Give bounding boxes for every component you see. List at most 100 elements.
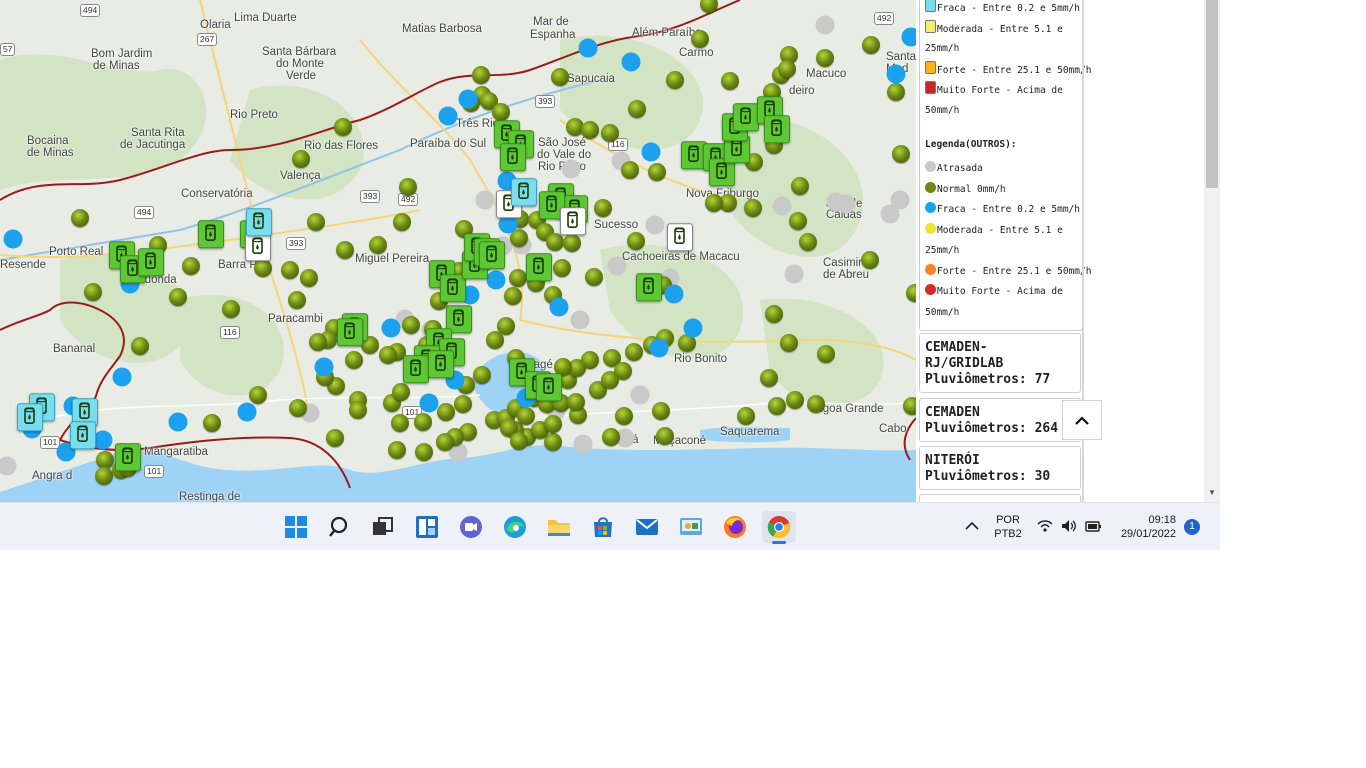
station-marker-normal[interactable] <box>625 343 643 361</box>
station-marker-normal[interactable] <box>326 429 344 447</box>
station-marker-atrasada[interactable] <box>880 204 900 224</box>
station-marker-normal[interactable] <box>281 261 299 279</box>
station-marker-normal[interactable] <box>222 300 240 318</box>
network-card-cemaden-rj-gridlab[interactable]: CEMADEN- RJ/GRIDLAB Pluviômetros: 77 <box>919 333 1081 393</box>
station-marker-fraca[interactable] <box>438 106 458 126</box>
station-marker-normal[interactable] <box>203 414 221 432</box>
rain-gauge-marker[interactable] <box>733 103 759 132</box>
station-marker-normal[interactable] <box>517 407 535 425</box>
scrollbar-thumb[interactable] <box>1206 0 1218 188</box>
station-marker-normal[interactable] <box>300 269 318 287</box>
rain-gauge-marker-atrasada[interactable] <box>667 223 693 252</box>
station-marker-normal[interactable] <box>765 305 783 323</box>
station-marker-normal[interactable] <box>602 428 620 446</box>
station-marker-normal[interactable] <box>816 49 834 67</box>
station-marker-normal[interactable] <box>492 103 510 121</box>
task-view-button[interactable] <box>366 511 400 543</box>
station-marker-normal[interactable] <box>169 288 187 306</box>
rain-gauge-marker[interactable] <box>636 273 662 302</box>
station-marker-fraca[interactable] <box>3 229 23 249</box>
rain-gauge-marker[interactable] <box>536 373 562 402</box>
station-marker-fraca[interactable] <box>237 402 257 422</box>
station-marker-atrasada[interactable] <box>772 196 792 216</box>
station-marker-normal[interactable] <box>705 194 723 212</box>
firefox-button[interactable] <box>718 511 752 543</box>
station-marker-normal[interactable] <box>567 393 585 411</box>
station-marker-normal[interactable] <box>336 241 354 259</box>
station-marker-normal[interactable] <box>581 121 599 139</box>
station-marker-fraca[interactable] <box>641 142 661 162</box>
station-marker-fraca[interactable] <box>549 297 569 317</box>
station-marker-normal[interactable] <box>791 177 809 195</box>
map-view[interactable]: Lima Duarte Olaria Matias Barbosa Mar de Esp… <box>0 0 916 502</box>
microsoft-store-button[interactable] <box>586 511 620 543</box>
station-marker-normal[interactable] <box>807 395 825 413</box>
rain-gauge-marker[interactable] <box>764 115 790 144</box>
station-marker-fraca[interactable] <box>112 367 132 387</box>
station-marker-normal[interactable] <box>737 407 755 425</box>
station-marker-normal[interactable] <box>744 199 762 217</box>
station-marker-normal[interactable] <box>71 209 89 227</box>
rain-gauge-marker[interactable] <box>479 241 505 270</box>
station-marker-normal[interactable] <box>436 433 454 451</box>
rain-gauge-marker-fraca[interactable] <box>246 208 272 237</box>
station-marker-normal[interactable] <box>780 334 798 352</box>
station-marker-normal[interactable] <box>656 427 674 445</box>
edge-browser-button[interactable] <box>498 511 532 543</box>
network-card-niteroi[interactable]: NITERÓI Pluviômetros: 30 <box>919 446 1081 490</box>
station-marker-normal[interactable] <box>402 316 420 334</box>
station-marker-normal[interactable] <box>379 346 397 364</box>
station-marker-normal[interactable] <box>249 386 267 404</box>
page-scrollbar[interactable]: ▼ <box>1204 0 1220 502</box>
station-marker-atrasada[interactable] <box>475 190 495 210</box>
station-marker-normal[interactable] <box>473 366 491 384</box>
windows-start-button[interactable] <box>279 511 313 543</box>
station-marker-normal[interactable] <box>721 72 739 90</box>
station-marker-atrasada[interactable] <box>815 15 835 35</box>
station-marker-normal[interactable] <box>393 213 411 231</box>
station-marker-normal[interactable] <box>289 399 307 417</box>
clock[interactable]: 09:18 29/01/2022 <box>1112 513 1176 541</box>
control-panel-button[interactable] <box>674 511 708 543</box>
station-marker-normal[interactable] <box>778 60 796 78</box>
rain-gauge-marker-fraca[interactable] <box>17 403 43 432</box>
wifi-icon[interactable] <box>1036 517 1054 540</box>
station-marker-normal[interactable] <box>84 283 102 301</box>
station-marker-fraca[interactable] <box>458 89 478 109</box>
station-marker-fraca[interactable] <box>886 64 906 84</box>
mail-button[interactable] <box>630 511 664 543</box>
rain-gauge-marker[interactable] <box>428 350 454 379</box>
station-marker-normal[interactable] <box>627 232 645 250</box>
station-marker-normal[interactable] <box>648 163 666 181</box>
station-marker-normal[interactable] <box>95 467 113 485</box>
station-marker-fraca[interactable] <box>486 270 506 290</box>
scroll-to-top-button[interactable] <box>1062 400 1102 440</box>
station-marker-normal[interactable] <box>399 178 417 196</box>
notification-badge[interactable]: 1 <box>1184 519 1200 535</box>
station-marker-normal[interactable] <box>182 257 200 275</box>
station-marker-normal[interactable] <box>388 441 406 459</box>
volume-icon[interactable] <box>1060 517 1078 540</box>
station-marker-normal[interactable] <box>454 395 472 413</box>
rain-gauge-marker[interactable] <box>337 318 363 347</box>
station-marker-normal[interactable] <box>334 118 352 136</box>
station-marker-fraca[interactable] <box>93 430 113 450</box>
station-marker-normal[interactable] <box>551 68 569 86</box>
station-marker-normal[interactable] <box>509 269 527 287</box>
station-marker-normal[interactable] <box>887 83 905 101</box>
station-marker-normal[interactable] <box>862 36 880 54</box>
station-marker-normal[interactable] <box>615 407 633 425</box>
station-marker-fraca[interactable] <box>578 38 598 58</box>
station-marker-normal[interactable] <box>601 371 619 389</box>
station-marker-normal[interactable] <box>892 145 910 163</box>
station-marker-fraca[interactable] <box>419 393 439 413</box>
station-marker-normal[interactable] <box>254 259 272 277</box>
rain-gauge-marker[interactable] <box>526 253 552 282</box>
station-marker-fraca[interactable] <box>649 338 669 358</box>
station-marker-fraca[interactable] <box>664 284 684 304</box>
station-marker-normal[interactable] <box>799 233 817 251</box>
rain-gauge-marker[interactable] <box>403 355 429 384</box>
station-marker-normal[interactable] <box>349 401 367 419</box>
rain-gauge-marker[interactable] <box>115 443 141 472</box>
station-marker-normal[interactable] <box>131 337 149 355</box>
